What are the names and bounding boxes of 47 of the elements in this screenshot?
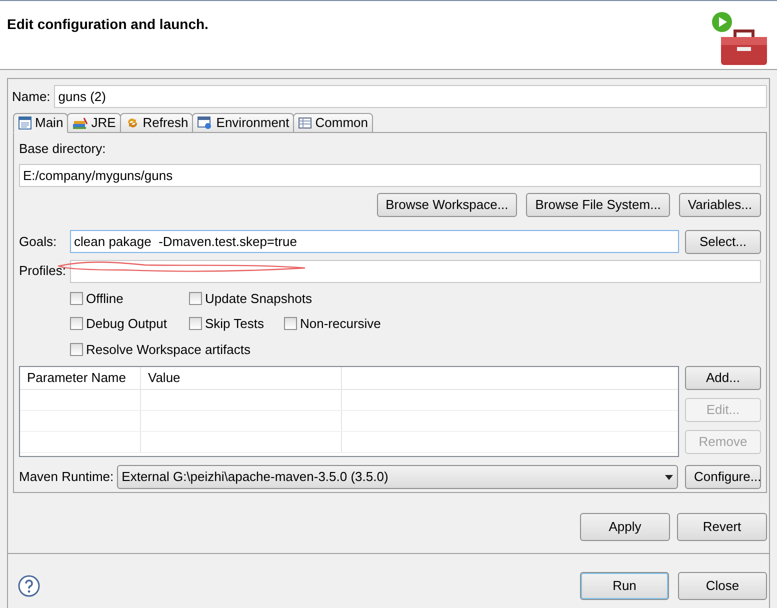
checkbox[interactable] xyxy=(189,317,202,330)
tab[interactable]: Environment xyxy=(192,113,294,133)
checkbox-label: Debug Output xyxy=(86,315,167,333)
profiles-label: Profiles: xyxy=(19,262,67,280)
tab[interactable]: Common xyxy=(293,113,374,133)
checkbox-label: Resolve Workspace artifacts xyxy=(86,340,250,359)
checkbox-label: Non-recursive xyxy=(300,315,381,333)
document-icon xyxy=(18,116,32,130)
browse-button[interactable]: Variables... xyxy=(678,192,761,216)
column-header[interactable]: Value xyxy=(141,367,342,389)
configure-button[interactable]: Configure... xyxy=(685,465,761,489)
base-directory-label: Base directory: xyxy=(19,140,107,158)
tab[interactable]: JRE xyxy=(67,113,121,133)
name-label: Name: xyxy=(12,88,50,106)
browse-button[interactable]: Browse File System... xyxy=(526,192,670,216)
dropdown-arrow-icon xyxy=(665,474,673,480)
parameter-button[interactable]: Add... xyxy=(685,366,761,390)
dialog-button[interactable]: Run xyxy=(580,572,669,600)
help-icon[interactable] xyxy=(18,575,40,597)
checkbox[interactable] xyxy=(284,317,297,330)
header-message: Edit configuration and launch. xyxy=(7,15,208,34)
column-header[interactable]: Parameter Name xyxy=(20,367,141,389)
profiles-field[interactable] xyxy=(70,260,761,282)
checkbox-label: Offline xyxy=(86,290,124,308)
action-button[interactable]: Revert xyxy=(677,513,767,541)
select-button[interactable]: Select... xyxy=(685,230,761,254)
goals-value: clean pakage -Dmaven.test.skep=true xyxy=(74,232,297,251)
table-icon xyxy=(298,116,312,130)
checkbox-label: Skip Tests xyxy=(205,315,264,333)
tab[interactable]: Main xyxy=(13,113,68,133)
action-button[interactable]: Apply xyxy=(580,513,670,541)
goals-field[interactable]: clean pakage -Dmaven.test.skep=true xyxy=(70,230,679,253)
checkbox[interactable] xyxy=(70,292,83,305)
maven-runtime-label: Maven Runtime: xyxy=(19,468,114,486)
checkbox[interactable] xyxy=(70,317,83,330)
browse-button[interactable]: Browse Workspace... xyxy=(376,192,518,216)
name-field[interactable]: guns (2) xyxy=(54,85,767,108)
base-directory-field[interactable]: E:/company/myguns/guns xyxy=(19,164,761,186)
checkbox-label: Update Snapshots xyxy=(205,290,312,308)
goals-label: Goals: xyxy=(19,232,58,251)
checkbox[interactable] xyxy=(70,342,83,356)
maven-runtime-dropdown[interactable]: External G:\peizhi\apache-maven-3.5.0 (3.5.0) xyxy=(116,465,678,489)
books-icon xyxy=(72,116,88,130)
maven-runtime-value: External G:\peizhi\apache-maven-3.5.0 (3.5.0) xyxy=(122,468,388,486)
dialog-button[interactable]: Close xyxy=(678,572,767,600)
checkbox[interactable] xyxy=(189,292,202,305)
tab[interactable]: Refresh xyxy=(120,113,194,133)
